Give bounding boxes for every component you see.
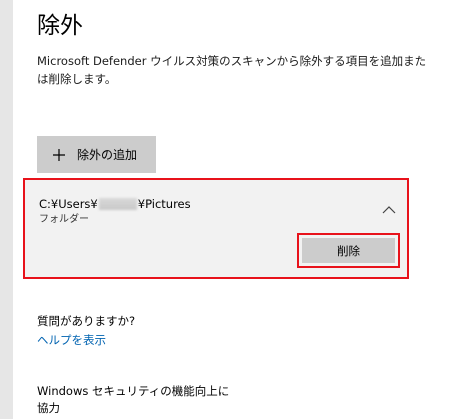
exclusion-type: フォルダー: [39, 214, 89, 225]
add-exclusion-button[interactable]: 除外の追加: [37, 136, 156, 173]
plus-icon: [53, 148, 65, 161]
exclusion-path-suffix: ¥Pictures: [137, 197, 191, 211]
redacted-username: [98, 198, 137, 210]
exclusion-item[interactable]: C:¥Users¥ ¥Pictures フォルダー 削除: [23, 178, 409, 279]
remove-button-highlight: 削除: [297, 233, 400, 268]
left-edge-strip: [0, 0, 13, 419]
remove-button[interactable]: 削除: [302, 238, 395, 263]
chevron-up-icon: [381, 204, 397, 219]
faq-title: 質問がありますか?: [37, 314, 136, 328]
exclusion-path-prefix: C:¥Users¥: [39, 197, 98, 211]
collapse-toggle-button[interactable]: [381, 204, 397, 216]
page-description: Microsoft Defender ウイルス対策のスキャンから除外する項目を追…: [37, 54, 427, 86]
help-link[interactable]: ヘルプを表示: [37, 332, 106, 348]
add-exclusion-label: 除外の追加: [77, 148, 138, 162]
exclusion-path: C:¥Users¥ ¥Pictures: [39, 196, 191, 212]
page-title: 除外: [37, 13, 83, 39]
improve-title: Windows セキュリティの機能向上に協力: [37, 384, 230, 415]
